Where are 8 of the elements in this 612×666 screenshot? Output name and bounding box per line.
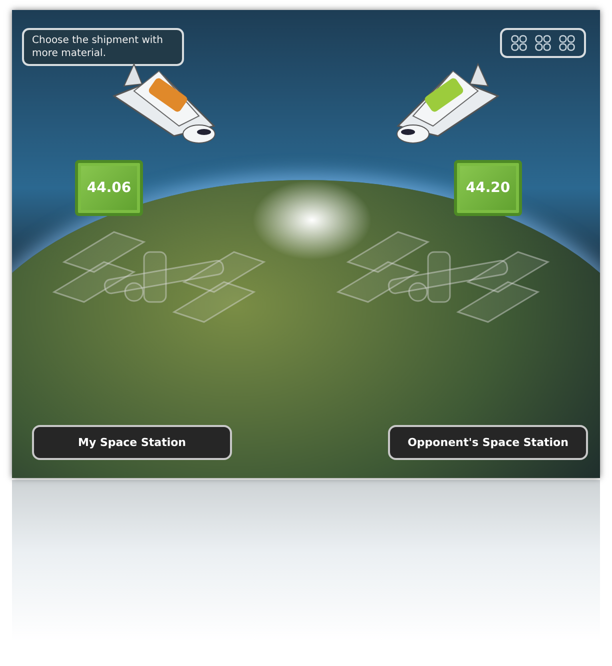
instruction-text: Choose the shipment with more material. [22, 28, 184, 66]
amount-label: 44.06 [86, 180, 132, 196]
station-button[interactable]: Opponent's Space Station [388, 425, 588, 460]
clover-icon [558, 34, 576, 52]
clover-icon [510, 34, 528, 52]
amount-label: 44.20 [466, 180, 510, 196]
station-button[interactable]: My Space Station [32, 425, 232, 460]
clover-icon [534, 34, 552, 52]
